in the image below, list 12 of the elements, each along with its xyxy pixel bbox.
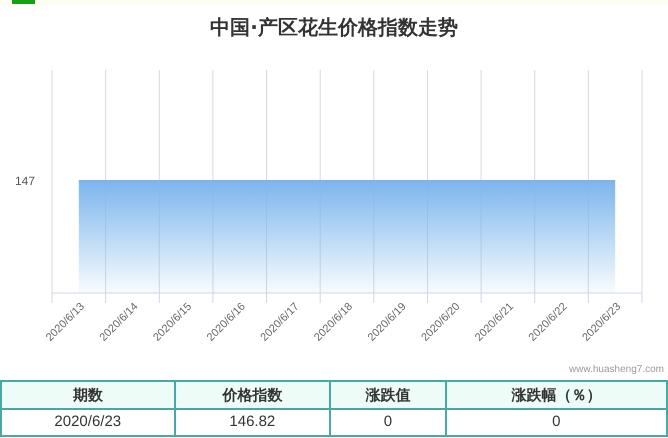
table-cell: 0 xyxy=(446,409,667,436)
chart-credit: www.huasheng7.com xyxy=(568,362,664,376)
table-cell: 0 xyxy=(330,409,446,436)
column-header: 期数 xyxy=(1,381,175,409)
tab-marker xyxy=(12,0,35,4)
column-header: 价格指数 xyxy=(174,381,330,409)
table-cell: 2020/6/23 xyxy=(1,409,175,436)
chart-title: 中国·产区花生价格指数走势 xyxy=(210,14,458,40)
table-cell: 146.82 xyxy=(174,409,330,436)
column-header: 涨跌幅（％） xyxy=(446,381,667,409)
y-axis-label: 147 xyxy=(14,174,35,188)
column-header: 涨跌值 xyxy=(330,381,446,409)
